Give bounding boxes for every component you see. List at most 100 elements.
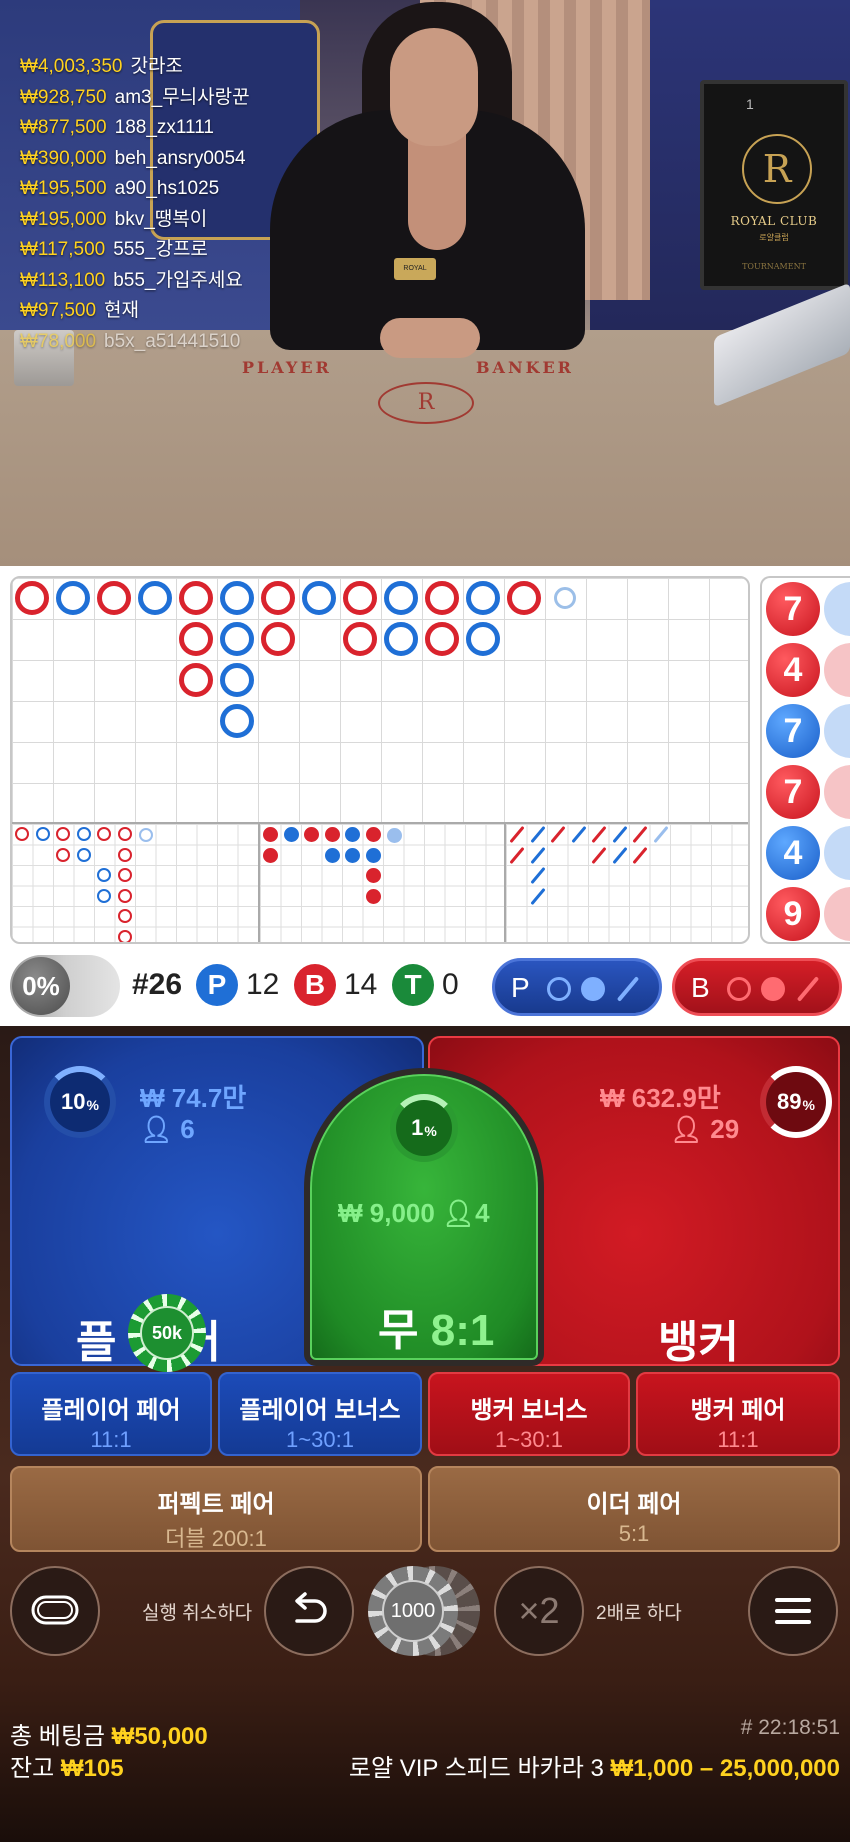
leaderboard-user: 현재: [104, 300, 140, 321]
big-eye-mark: [117, 929, 132, 942]
leaderboard-amount: ₩97,500: [20, 300, 97, 321]
leaderboard-amount: ₩113,100: [20, 269, 106, 291]
player-bonus-bet[interactable]: 플레이어 보너스 1~30:1: [218, 1372, 422, 1456]
bead-road-panel[interactable]: 7 4 7 7 4 9: [760, 576, 850, 944]
banker-percent-value: 89: [777, 1089, 802, 1114]
balance-label: 잔고: [10, 1755, 55, 1782]
player-ask-road-button[interactable]: P: [492, 958, 662, 1016]
side-bet-odds: 1~30:1: [286, 1427, 354, 1452]
banker-ask-road-button[interactable]: B: [672, 958, 842, 1016]
player-win-badge: P: [196, 964, 238, 1006]
leaderboard-row: ₩390,000 beh_ansry0054: [20, 144, 250, 175]
chip-selector[interactable]: 1000: [368, 1566, 480, 1656]
leaderboard-user: 갓라조: [130, 56, 183, 77]
banker-bonus-bet[interactable]: 뱅커 보너스 1~30:1: [428, 1372, 630, 1456]
ask-small-road-icon: [761, 977, 785, 1001]
leaderboard-row: ₩117,500 555_강프로: [20, 235, 250, 266]
menu-button[interactable]: [748, 1566, 838, 1656]
cockroach-mark: [591, 846, 607, 864]
big-eye-road: [12, 824, 258, 942]
big-road-bead: [384, 622, 418, 656]
double-button[interactable]: ×2: [494, 1566, 584, 1656]
tie-count: 0: [442, 968, 459, 1001]
player-percent-ring: 10%: [44, 1066, 116, 1138]
cockroach-mark: [611, 846, 628, 864]
ask-cockroach-icon: [796, 976, 820, 1002]
player-pair-bet[interactable]: 플레이어 페어 11:1: [10, 1372, 212, 1456]
big-eye-mark: [117, 868, 132, 882]
side-bet-title: 이더 페어: [586, 1491, 682, 1518]
leaderboard-user: a90_hs1025: [114, 178, 220, 199]
big-road-bead: [15, 581, 49, 615]
leaderboard-user: 188_zx1111: [114, 117, 214, 138]
cockroach-mark: [611, 825, 628, 844]
dealer-hands: [380, 318, 480, 358]
big-road-bead: [261, 622, 295, 656]
tie-bet-spot[interactable]: 1% ₩ 9,000 👤︎4 무 8:1: [304, 1068, 544, 1366]
leaderboard-user: b55_가입주세요: [113, 269, 243, 291]
double-label: 2배로 하다: [596, 1603, 682, 1624]
side-bet-title: 퍼펙트 페어: [157, 1491, 275, 1518]
small-road-mark: [324, 827, 340, 842]
user-icon: 👤︎: [670, 1114, 704, 1144]
game-time: # 22:18:51: [740, 1716, 840, 1739]
big-road-bead: [425, 622, 459, 656]
big-road-bead: [261, 581, 295, 615]
big-road-bead: [138, 581, 172, 615]
percent-sign: %: [424, 1123, 437, 1139]
big-eye-mark: [97, 868, 111, 882]
cockroach-mark: [509, 846, 525, 864]
leaderboard-user: 555_강프로: [113, 239, 208, 260]
tie-percent-ring: 1%: [390, 1094, 458, 1162]
banker-label: 뱅커: [658, 1318, 739, 1367]
undo-button[interactable]: [264, 1566, 354, 1656]
player-win-count: 12: [246, 968, 280, 1001]
small-road-mark: [345, 847, 360, 863]
side-bet-odds: 더블 200:1: [165, 1526, 267, 1551]
big-road-bead: [220, 704, 254, 738]
either-pair-bet[interactable]: 이더 페어 5:1: [428, 1466, 840, 1552]
big-eye-pending-mark: [139, 828, 153, 842]
cockroach-pending-mark: [652, 825, 669, 844]
big-eye-mark: [76, 847, 91, 862]
small-road-mark: [365, 868, 381, 883]
big-road-bead: [56, 581, 90, 615]
banker-total-amount: ₩ 632.9만: [600, 1083, 721, 1113]
leaderboard-row: ₩113,100 b55_가입주세요: [20, 266, 250, 297]
cockroach-mark: [570, 825, 587, 844]
bead-road-next-ball: [824, 582, 850, 636]
roadmap-section: 7 4 7 7 4 9: [0, 566, 850, 1242]
table-limits: ₩1,000 – 25,000,000: [610, 1755, 840, 1782]
big-road-bead: [220, 622, 254, 656]
small-road-mark: [365, 847, 381, 863]
bead-road-next-ball: [824, 887, 850, 941]
felt-emblem: R: [378, 382, 474, 424]
percent-toggle-knob: 0%: [12, 957, 70, 1015]
felt-banker-text: BANKER: [476, 358, 574, 377]
ask-small-road-icon: [581, 977, 605, 1001]
cockroach-mark: [529, 887, 546, 905]
banker-win-badge: B: [294, 964, 336, 1006]
total-bet-value: ₩50,000: [111, 1723, 208, 1750]
big-road-bead: [220, 663, 254, 697]
percent-toggle[interactable]: 0%: [10, 955, 120, 1017]
side-bet-title: 플레이어 보너스: [239, 1397, 401, 1424]
big-road-panel[interactable]: [10, 576, 750, 944]
percent-sign: %: [802, 1097, 815, 1113]
monitor-footer: TOURNAMENT: [742, 262, 806, 271]
placed-chip[interactable]: 50k: [128, 1294, 206, 1372]
perfect-pair-bet[interactable]: 퍼펙트 페어 더블 200:1: [10, 1466, 422, 1552]
chat-toggle-button[interactable]: [10, 1566, 100, 1656]
big-eye-mark: [117, 827, 132, 841]
big-eye-mark: [35, 827, 50, 841]
player-bettor-count: 👤︎ 6: [140, 1114, 195, 1145]
leaderboard-user: beh_ansry0054: [114, 147, 246, 169]
selected-chip-value: 1000: [382, 1580, 444, 1642]
leaderboard-amount: ₩195,000: [20, 208, 107, 230]
banker-bettor-count: 👤︎ 29: [670, 1114, 739, 1145]
leaderboard-row: ₩195,500 a90_hs1025: [20, 174, 250, 205]
percent-sign: %: [86, 1097, 99, 1113]
big-eye-mark: [56, 827, 70, 841]
leaderboard-amount: ₩78,000: [20, 330, 97, 352]
banker-pair-bet[interactable]: 뱅커 페어 11:1: [636, 1372, 840, 1456]
